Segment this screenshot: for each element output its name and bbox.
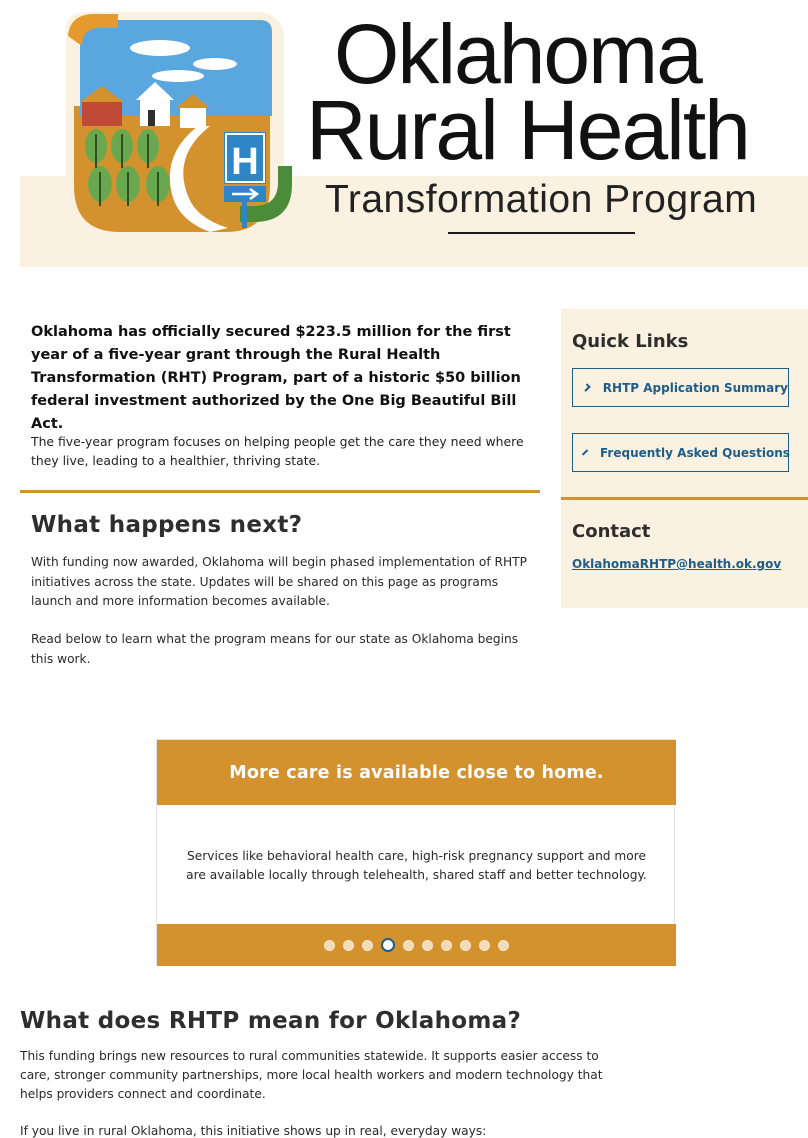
contact-email-link[interactable]: OklahomaRHTP@health.ok.gov (572, 557, 781, 571)
section-divider (20, 490, 540, 493)
faq-link[interactable]: Frequently Asked Questions (572, 433, 790, 472)
title-divider (448, 232, 635, 234)
sidebar-divider (561, 497, 808, 500)
carousel-slide-body: Services like behavioral health care, hi… (186, 849, 647, 882)
rural-oklahoma-paragraph: If you live in rural Oklahoma, this init… (20, 1124, 487, 1138)
page-subtitle: Transformation Program (325, 178, 758, 221)
carousel-pagination (157, 924, 676, 966)
carousel-slide-title: More care is available close to home. (229, 762, 604, 783)
what-happens-next-paragraph-1: With funding now awarded, Oklahoma will … (31, 555, 527, 608)
carousel-header: More care is available close to home. (157, 740, 676, 805)
hospital-sign-letter: H (231, 141, 258, 183)
chevron-right-icon (582, 383, 591, 392)
carousel-dot-2[interactable] (343, 939, 354, 951)
what-rhtp-means-heading: What does RHTP mean for Oklahoma? (20, 1008, 522, 1034)
sidebar: Quick Links RHTP Application Summary Fre… (561, 309, 808, 608)
what-happens-next-heading: What happens next? (31, 512, 303, 538)
what-rhtp-means-paragraph: This funding brings new resources to rur… (20, 1049, 603, 1101)
intro-lead-paragraph: Oklahoma has officially secured $223.5 m… (31, 324, 521, 432)
carousel: More care is available close to home. Se… (156, 739, 676, 966)
carousel-dot-1[interactable] (324, 939, 335, 951)
carousel-dot-8[interactable] (460, 939, 471, 951)
contact-heading: Contact (572, 521, 651, 542)
page-title-line2: Rural Health (306, 83, 751, 177)
carousel-dot-6[interactable] (422, 939, 433, 951)
carousel-dot-4[interactable] (381, 938, 395, 952)
carousel-dot-7[interactable] (441, 939, 452, 951)
rhtp-application-summary-link[interactable]: RHTP Application Summary (572, 368, 789, 407)
quick-links-heading: Quick Links (572, 331, 689, 352)
intro-body-paragraph: The five-year program focuses on helping… (31, 434, 524, 468)
carousel-dot-3[interactable] (362, 939, 373, 951)
rural-hospital-logo-icon: H (66, 12, 292, 242)
carousel-dot-5[interactable] (403, 939, 414, 951)
rhtp-application-summary-label: RHTP Application Summary (602, 380, 788, 395)
faq-label: Frequently Asked Questions (600, 445, 790, 460)
chevron-right-icon (581, 449, 589, 456)
carousel-dot-10[interactable] (498, 939, 509, 951)
carousel-dot-9[interactable] (479, 939, 490, 951)
what-happens-next-paragraph-2: Read below to learn what the program mea… (31, 632, 519, 666)
